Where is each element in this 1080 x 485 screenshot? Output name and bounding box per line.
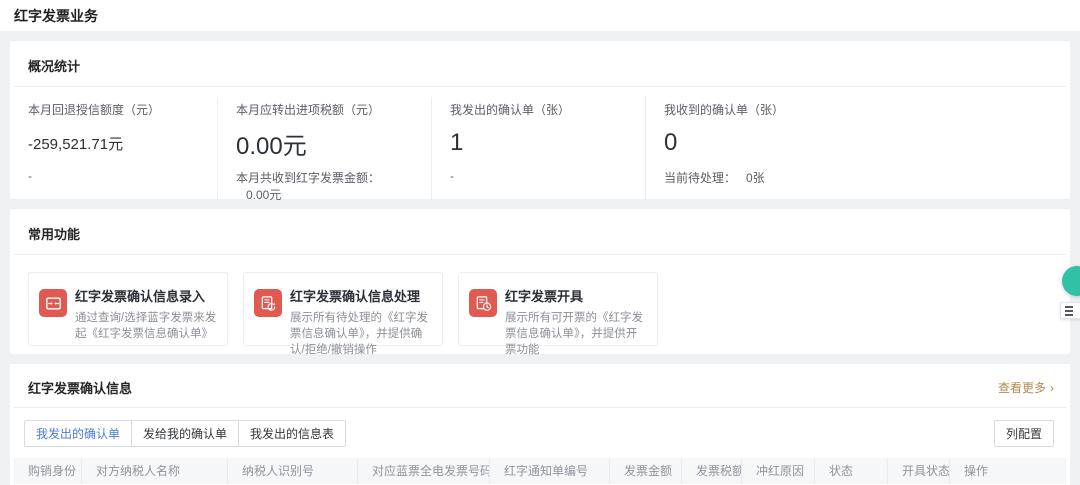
tab-confirmations-sent-to-me[interactable]: 发给我的确认单	[131, 421, 239, 446]
card-description: 展示所有可开票的《红字发票信息确认单》，并提供开票功能	[505, 312, 643, 356]
assistant-icon[interactable]	[1062, 266, 1080, 296]
stat-label: 我收到的确认单（张）	[664, 103, 785, 117]
tab-my-sent-info-forms[interactable]: 我发出的信息表	[238, 421, 346, 446]
document-refresh-icon	[254, 289, 282, 317]
functions-section-title: 常用功能	[28, 227, 81, 242]
confirmation-section-title: 红字发票确认信息	[28, 381, 133, 396]
col-header-red-reversal-reason: 冲红原因	[742, 458, 815, 484]
stat-label: 本月回退授信额度（元）	[28, 103, 161, 117]
top-bar: 红字发票业务	[0, 0, 1080, 31]
stat-credit-refund: 本月回退授信额度（元） -259,521.71元 -	[10, 97, 217, 203]
swap-arrows-icon	[39, 289, 67, 317]
stat-secondary: -	[28, 169, 32, 183]
card-title: 红字发票确认信息处理	[290, 289, 421, 304]
stat-secondary: 当前待处理： 0张	[664, 171, 765, 185]
stats-row: 本月回退授信额度（元） -259,521.71元 - 本月应转出进项税额（元） …	[10, 87, 1070, 203]
tab-my-sent-confirmations[interactable]: 我发出的确认单	[25, 421, 132, 446]
functions-panel: 常用功能 红字发票确认信息录入 通过查询/选择蓝字发票来发起《红字发票信息确认单…	[10, 209, 1070, 356]
stat-label: 我发出的确认单（张）	[450, 103, 571, 117]
col-header-status: 状态	[815, 458, 888, 484]
card-description: 展示所有待处理的《红字发票信息确认单》，并提供确认/拒绝/撤销操作	[290, 312, 428, 356]
page-title: 红字发票业务	[14, 7, 98, 24]
document-clock-icon	[469, 289, 497, 317]
overview-panel: 概况统计 本月回退授信额度（元） -259,521.71元 - 本月应转出进项税…	[10, 41, 1070, 203]
stat-confirmations-sent: 我发出的确认单（张） 1 -	[431, 97, 645, 203]
floating-assistant-widget	[1060, 266, 1080, 319]
stat-secondary: -	[450, 169, 454, 183]
card-red-invoice-issuance[interactable]: 红字发票开具 展示所有可开票的《红字发票信息确认单》，并提供开票功能	[458, 272, 658, 356]
stat-input-tax-transfer: 本月应转出进项税额（元） 0.00元 本月共收到红字发票金额：0.00元	[217, 97, 431, 203]
card-red-invoice-confirmation-processing[interactable]: 红字发票确认信息处理 展示所有待处理的《红字发票信息确认单》，并提供确认/拒绝/…	[243, 272, 443, 356]
card-description: 通过查询/选择蓝字发票来发起《红字发票信息确认单》	[75, 312, 217, 340]
confirmation-tabs: 我发出的确认单 发给我的确认单 我发出的信息表	[24, 420, 347, 447]
col-header-red-notice-number: 红字通知单编号	[490, 458, 610, 484]
function-cards: 红字发票确认信息录入 通过查询/选择蓝字发票来发起《红字发票信息确认单》 红字发…	[10, 255, 1070, 356]
table-header-row: 购销身份 对方纳税人名称 纳税人识别号 对应蓝票全电发票号码 红字通知单编号 发…	[14, 458, 1066, 484]
col-header-buyer-seller-identity: 购销身份	[14, 458, 82, 484]
stat-value: -259,521.71元	[28, 135, 124, 153]
column-config-button[interactable]: 列配置	[993, 420, 1054, 447]
card-red-invoice-confirmation-entry[interactable]: 红字发票确认信息录入 通过查询/选择蓝字发票来发起《红字发票信息确认单》	[28, 272, 228, 346]
col-header-actions: 操作	[964, 464, 989, 478]
stat-label: 本月应转出进项税额（元）	[236, 103, 381, 117]
card-title: 红字发票确认信息录入	[75, 289, 206, 304]
col-header-counterparty-taxpayer-name: 对方纳税人名称	[82, 458, 228, 484]
stat-value: 0.00元	[236, 132, 307, 160]
assistant-menu-button[interactable]	[1060, 302, 1080, 319]
col-header-blue-invoice-number: 对应蓝票全电发票号码	[358, 458, 490, 484]
col-header-invoice-tax: 发票税额	[682, 458, 742, 484]
stat-confirmations-received: 我收到的确认单（张） 0 当前待处理： 0张	[645, 97, 1070, 203]
card-title: 红字发票开具	[505, 289, 584, 304]
col-header-invoice-amount: 发票金额	[610, 458, 682, 484]
view-more-link[interactable]: 查看更多 ›	[998, 379, 1054, 396]
stat-secondary: 本月共收到红字发票金额：0.00元	[236, 171, 381, 202]
confirmation-toolbar: 我发出的确认单 发给我的确认单 我发出的信息表 列配置	[10, 408, 1070, 458]
col-header-taxpayer-id: 纳税人识别号	[228, 458, 358, 484]
menu-icon	[1065, 309, 1073, 312]
confirmation-header: 红字发票确认信息 查看更多 ›	[10, 364, 1070, 407]
stat-value: 1	[450, 129, 464, 156]
confirmation-panel: 红字发票确认信息 查看更多 › 我发出的确认单 发给我的确认单 我发出的信息表 列…	[10, 364, 1070, 485]
stat-value: 0	[664, 129, 678, 156]
overview-section-title: 概况统计	[28, 59, 81, 74]
col-header-issue-status: 开具状态	[888, 458, 950, 484]
chevron-right-icon: ›	[1050, 381, 1054, 395]
